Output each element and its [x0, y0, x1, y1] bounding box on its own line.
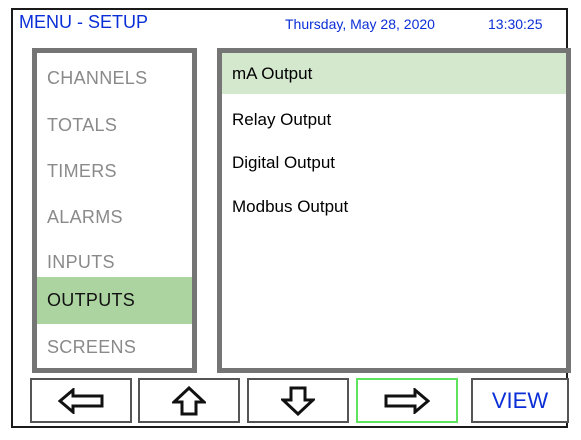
option-item-ma-output[interactable]: mA Output — [222, 53, 566, 94]
category-item-screens[interactable]: SCREENS — [37, 324, 192, 371]
date-display: Thursday, May 28, 2020 — [285, 16, 435, 32]
down-arrow-button[interactable] — [247, 378, 349, 423]
page-title: MENU - SETUP — [19, 12, 149, 32]
view-button[interactable]: VIEW — [471, 378, 569, 423]
category-item-outputs[interactable]: OUTPUTS — [37, 277, 192, 324]
left-arrow-button[interactable] — [30, 378, 132, 423]
time-display: 13:30:25 — [488, 16, 543, 32]
arrow-up-icon — [172, 385, 206, 415]
category-item-timers[interactable]: TIMERS — [37, 148, 192, 195]
view-button-label: VIEW — [491, 387, 549, 413]
right-arrow-button[interactable] — [356, 378, 458, 423]
option-item-relay-output[interactable]: Relay Output — [222, 99, 566, 140]
category-item-totals[interactable]: TOTALS — [37, 102, 192, 149]
up-arrow-button[interactable] — [138, 378, 240, 423]
option-item-digital-output[interactable]: Digital Output — [222, 142, 566, 183]
arrow-down-icon — [281, 386, 315, 416]
arrow-left-icon — [58, 387, 104, 414]
category-item-channels[interactable]: CHANNELS — [37, 55, 192, 102]
arrow-right-icon — [384, 387, 430, 414]
category-item-alarms[interactable]: ALARMS — [37, 194, 192, 241]
category-menu: CHANNELS TOTALS TIMERS ALARMS INPUTS OUT… — [32, 48, 197, 373]
output-options-menu: mA Output Relay Output Digital Output Mo… — [217, 48, 571, 373]
option-item-modbus-output[interactable]: Modbus Output — [222, 186, 566, 227]
